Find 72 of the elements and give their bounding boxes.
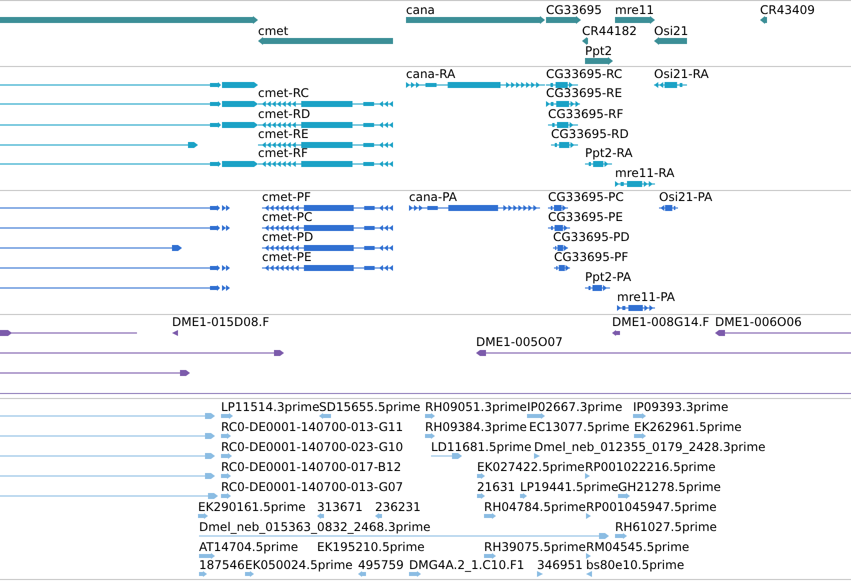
feature-label: RH04784.5prime <box>484 500 586 514</box>
feature-label: 495759 <box>358 558 404 572</box>
feature-label: DME1-015D08.F <box>172 315 270 329</box>
feature-label: EK195210.5prime <box>317 540 425 554</box>
feature-label: 187546 <box>199 558 245 572</box>
feature-label: mre11-PA <box>617 290 676 304</box>
feature-label: Osi21 <box>654 24 688 38</box>
feature-label: SD15655.5prime <box>319 400 420 414</box>
feature-label: RC0-DE0001-140700-013-G07 <box>221 480 404 494</box>
feature-label: cmet-RD <box>258 107 310 121</box>
feature-label: RP001045947.5prime <box>586 500 717 514</box>
feature-label: RP001022216.5prime <box>585 460 716 474</box>
feature-label: IP09393.3prime <box>633 400 728 414</box>
feature-label: cmet-RF <box>258 146 308 160</box>
feature-label: LP19441.5prime <box>520 480 619 494</box>
feature-label: cmet-PF <box>262 190 311 204</box>
feature-label: EK290161.5prime <box>198 500 306 514</box>
feature-label: DME1-005O07 <box>476 335 563 349</box>
feature-label: cmet-RC <box>258 86 309 100</box>
feature-label: DME1-008G14.F <box>612 315 710 329</box>
feature-label: cmet-PD <box>262 230 314 244</box>
feature-label: RH09384.3prime <box>425 420 527 434</box>
feature-label: 21631 <box>477 480 516 494</box>
feature-label: DME1-006O06 <box>715 315 802 329</box>
feature-label: DMG4A.2_1.C10.F1 <box>409 558 524 572</box>
feature-label: 236231 <box>375 500 421 514</box>
feature-label: EC13077.5prime <box>529 420 630 434</box>
feature-label: cmet-PE <box>262 250 312 264</box>
feature-label: RC0-DE0001-140700-013-G11 <box>221 420 404 434</box>
feature-label: mre11-RA <box>615 166 674 180</box>
feature-label: CG33695-RC <box>546 67 622 81</box>
feature-label: mre11 <box>615 3 654 17</box>
feature-label: Osi21-PA <box>659 190 712 204</box>
feature-label: LD11681.5prime <box>431 440 532 454</box>
feature-label: EK050024.5prime <box>245 558 353 572</box>
feature-label: AT14704.5prime <box>199 540 298 554</box>
feature-label: Osi21-RA <box>654 67 709 81</box>
feature-label: LP11514.3prime <box>221 400 320 414</box>
feature-label: Ppt2-RA <box>585 146 633 160</box>
feature-label: CG33695-RD <box>551 127 629 141</box>
feature-label: RH61027.5prime <box>615 520 717 534</box>
feature-label: CG33695-PC <box>548 190 624 204</box>
feature-label: CG33695-RF <box>548 107 624 121</box>
feature-label: Dmel_neb_012355_0179_2428.3prime <box>534 440 766 454</box>
feature-label: CG33695-PF <box>554 250 628 264</box>
feature-label: EK262961.5prime <box>634 420 742 434</box>
feature-label: CG33695-RE <box>546 86 622 100</box>
feature-label: CG33695 <box>546 3 602 17</box>
feature-label: 346951 <box>537 558 583 572</box>
feature-label: RH39075.5prime <box>484 540 586 554</box>
feature-label: CG33695-PE <box>548 210 623 224</box>
feature-label: cana <box>406 3 435 17</box>
feature-label: EK027422.5prime <box>477 460 585 474</box>
feature-label: CR44182 <box>582 24 637 38</box>
feature-label: RH09051.3prime <box>425 400 527 414</box>
feature-label: GH21278.5prime <box>618 480 721 494</box>
feature-label: cana-PA <box>409 190 457 204</box>
feature-label: Ppt2-PA <box>585 270 632 284</box>
feature-label: RM04545.5prime <box>586 540 690 554</box>
feature-label: cmet-PC <box>262 210 312 224</box>
feature-label: Dmel_neb_015363_0832_2468.3prime <box>199 520 431 534</box>
feature-label: CR43409 <box>760 3 815 17</box>
feature-label: IP02667.3prime <box>527 400 622 414</box>
feature-label: 313671 <box>317 500 363 514</box>
feature-label: cmet <box>258 24 288 38</box>
feature-label: cmet-RE <box>258 127 309 141</box>
feature-label: RC0-DE0001-140700-023-G10 <box>221 440 404 454</box>
feature-label: cana-RA <box>406 67 456 81</box>
feature-label: CG33695-PD <box>553 230 630 244</box>
feature-label: RC0-DE0001-140700-017-B12 <box>221 460 402 474</box>
feature-label: bs80e10.5prime <box>586 558 684 572</box>
feature-label: Ppt2 <box>585 44 612 58</box>
